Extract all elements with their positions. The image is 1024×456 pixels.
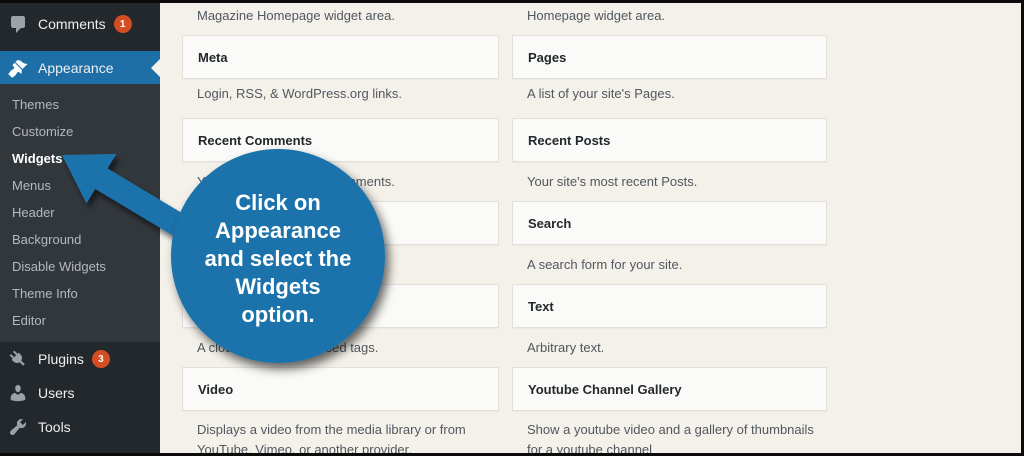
sidebar-item-label: Appearance [38,59,114,76]
appearance-submenu: Themes Customize Widgets Menus Header Ba… [0,84,160,342]
widget-card-recent-posts[interactable]: Recent Posts [512,118,827,162]
sidebar-item-label: Comments [38,16,106,32]
widget-card-rss[interactable]: RSS [182,201,499,245]
widget-description: Your site's most recent comments. [197,174,395,189]
sidebar-item-appearance[interactable]: Appearance [0,51,160,84]
submenu-item-editor[interactable]: Editor [0,307,160,334]
sidebar-item-label: Tools [38,419,71,435]
widget-card-search[interactable]: Search [512,201,827,245]
sidebar-item-plugins[interactable]: Plugins 3 [0,342,160,376]
widget-card-tag-cloud[interactable]: Tag Cloud [182,284,499,328]
sidebar-item-settings[interactable]: Settings [0,447,160,453]
widget-description: Magazine Homepage widget area. [197,8,396,23]
widget-title: Pages [528,49,567,65]
submenu-item-background[interactable]: Background [0,226,160,253]
widget-title: Tag Cloud [198,298,261,314]
plugins-icon [9,350,25,366]
sidebar-item-label: Users [38,385,75,401]
submenu-item-customize[interactable]: Customize [0,118,160,145]
widget-description: Your site's most recent Posts. [527,174,698,189]
widget-description: Displays a video from the media library … [197,422,466,456]
widget-description: Login, RSS, & WordPress.org links. [197,86,402,101]
widgets-column-right: Homepage widget area. Pages A list of yo… [512,3,827,453]
appearance-brush-icon [8,59,28,78]
submenu-item-themes[interactable]: Themes [0,91,160,118]
widget-title: Recent Posts [528,132,611,148]
widget-title: Meta [198,49,228,65]
widget-title: Text [528,298,554,314]
current-menu-notch [151,58,160,77]
submenu-item-header[interactable]: Header [0,199,160,226]
comment-icon [11,16,25,33]
admin-sidebar: Comments 1 Appearance Themes Customize W… [0,3,160,453]
submenu-item-disable-widgets[interactable]: Disable Widgets [0,253,160,280]
widget-description: A cloud of your most used tags. [197,340,379,355]
tools-wrench-icon [9,419,26,436]
widget-description: Arbitrary text. [527,340,605,355]
widget-card-recent-comments[interactable]: Recent Comments [182,118,499,162]
submenu-item-menus[interactable]: Menus [0,172,160,199]
users-icon [10,385,26,402]
sidebar-item-label: Plugins [38,351,84,367]
submenu-item-theme-info[interactable]: Theme Info [0,280,160,307]
widget-description: Show a youtube video and a gallery of th… [527,422,814,456]
widget-card-youtube-channel-gallery[interactable]: Youtube Channel Gallery [512,367,827,411]
comments-count-badge: 1 [113,15,132,33]
widget-title: Search [528,215,572,231]
widget-title: Youtube Channel Gallery [528,381,682,397]
widget-title: Recent Comments [198,132,313,148]
widget-description: A list of your site's Pages. [527,86,675,101]
widget-title: Video [198,381,234,397]
sidebar-item-comments[interactable]: Comments 1 [0,7,160,41]
widget-card-pages[interactable]: Pages [512,35,827,79]
widget-card-meta[interactable]: Meta [182,35,499,79]
widget-card-video[interactable]: Video [182,367,499,411]
sidebar-item-users[interactable]: Users [0,376,160,410]
sidebar-item-tools[interactable]: Tools [0,410,160,444]
submenu-item-widgets[interactable]: Widgets [0,145,160,172]
available-widgets-panel: Magazine Homepage widget area. Meta Logi… [160,3,1021,453]
wordpress-admin-screen: Comments 1 Appearance Themes Customize W… [0,0,1024,456]
widget-description: Homepage widget area. [527,8,666,23]
plugins-count-badge: 3 [91,350,110,368]
widgets-column-left: Magazine Homepage widget area. Meta Logi… [182,3,499,453]
widget-description: A search form for your site. [527,257,683,272]
widget-card-text[interactable]: Text [512,284,827,328]
widget-title: RSS [198,215,225,231]
